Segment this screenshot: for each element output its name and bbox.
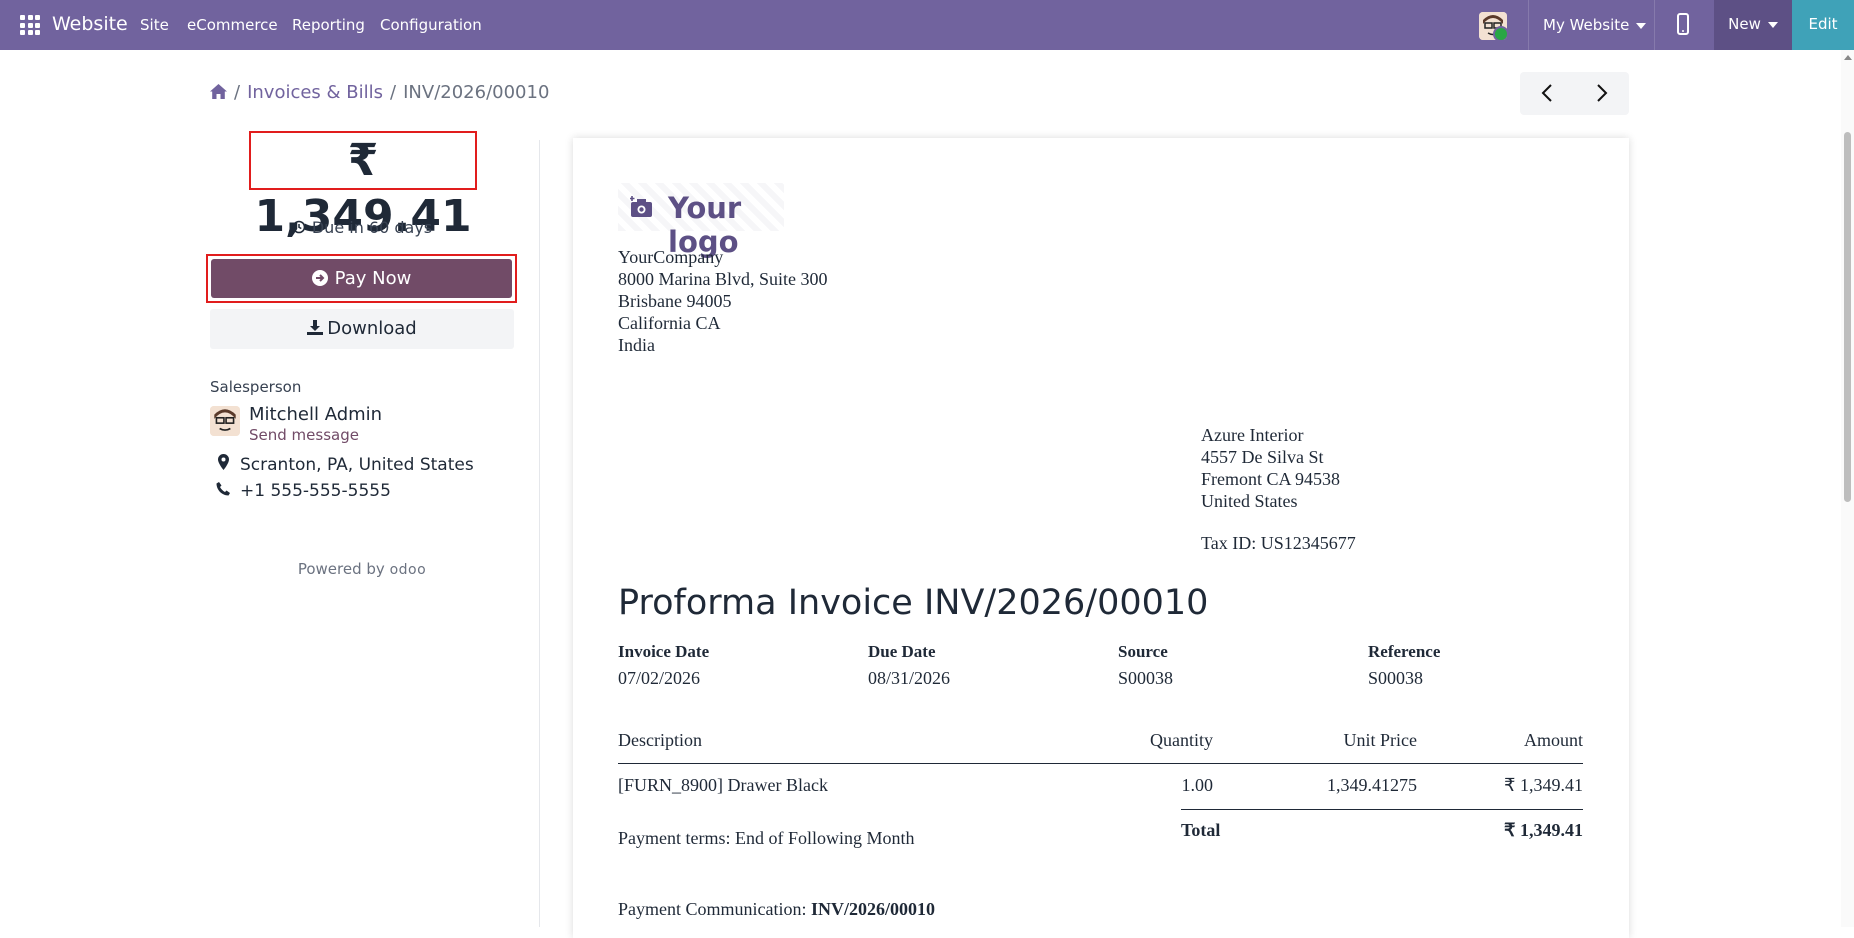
breadcrumb: / Invoices & Bills / INV/2026/00010 xyxy=(210,82,549,103)
home-icon[interactable] xyxy=(210,84,227,99)
invoice-date-label: Invoice Date xyxy=(618,642,710,661)
salesperson-location: Scranton, PA, United States xyxy=(214,454,474,475)
clock-icon xyxy=(292,220,306,234)
due-date-value: 08/31/2026 xyxy=(868,668,951,688)
download-label: Download xyxy=(327,318,417,339)
phone-text: +1 555-555-5555 xyxy=(240,481,391,501)
menu-reporting[interactable]: Reporting xyxy=(292,16,365,34)
company-state: California CA xyxy=(618,313,721,333)
total-rule xyxy=(1181,809,1583,810)
next-record-button[interactable] xyxy=(1575,72,1629,115)
salesperson-name: Mitchell Admin xyxy=(249,404,383,425)
customer-country: United States xyxy=(1201,491,1298,511)
chevron-left-icon xyxy=(1541,84,1552,102)
breadcrumb-invoices-link[interactable]: Invoices & Bills xyxy=(247,82,383,103)
my-website-dropdown[interactable]: My Website xyxy=(1543,16,1647,34)
due-date-label: Due Date xyxy=(868,642,936,661)
new-content-button[interactable]: New xyxy=(1714,0,1792,50)
payment-terms: Payment terms: End of Following Month xyxy=(618,828,915,848)
source-label: Source xyxy=(1118,642,1168,661)
payment-communication-value: INV/2026/00010 xyxy=(810,899,935,919)
menu-site[interactable]: Site xyxy=(140,16,169,34)
divider xyxy=(1528,0,1529,50)
pay-now-button[interactable]: Pay Now xyxy=(211,259,512,298)
breadcrumb-current: INV/2026/00010 xyxy=(403,82,550,103)
map-marker-icon xyxy=(217,454,229,470)
salesperson-phone: +1 555-555-5555 xyxy=(214,481,391,501)
due-text: Due in 60 days xyxy=(311,218,433,237)
record-pager xyxy=(1520,72,1629,115)
column-header-quantity: Quantity xyxy=(1150,730,1213,750)
invoice-date-value: 07/02/2026 xyxy=(618,668,701,688)
salesperson-avatar xyxy=(210,406,240,436)
send-message-link[interactable]: Send message xyxy=(249,426,359,444)
camera-plus-icon xyxy=(630,196,652,217)
top-navbar: Website Site eCommerce Reporting Configu… xyxy=(0,0,1854,50)
download-icon xyxy=(307,320,324,335)
total-label: Total xyxy=(1181,820,1221,840)
salesperson-label: Salesperson xyxy=(210,378,302,396)
edit-button[interactable]: Edit xyxy=(1792,0,1854,50)
divider xyxy=(1654,0,1655,50)
invoice-document: Your logo YourCompany 8000 Marina Blvd, … xyxy=(573,138,1629,938)
phone-icon xyxy=(216,482,230,496)
menu-ecommerce[interactable]: eCommerce xyxy=(187,16,278,34)
mobile-preview-icon[interactable] xyxy=(1677,13,1689,35)
line-unit-price: 1,349.41275 xyxy=(1327,775,1417,795)
company-street: 8000 Marina Blvd, Suite 300 xyxy=(618,269,828,289)
caret-down-icon xyxy=(1636,22,1647,29)
company-logo[interactable]: Your logo xyxy=(618,183,784,259)
line-amount: ₹ 1,349.41 xyxy=(1504,775,1583,795)
new-label: New xyxy=(1728,15,1761,33)
scrollbar-thumb[interactable] xyxy=(1844,132,1851,502)
powered-by-label: Powered by xyxy=(297,560,385,578)
user-avatar[interactable] xyxy=(1479,12,1507,40)
amount-due: ₹ 1,349.41 xyxy=(249,131,477,242)
powered-by: Powered by odoo xyxy=(210,560,514,578)
column-header-description: Description xyxy=(618,730,702,750)
caret-down-icon xyxy=(1767,21,1778,28)
company-country: India xyxy=(618,335,655,355)
column-header-amount: Amount xyxy=(1523,730,1583,750)
table-header-rule xyxy=(618,763,1583,764)
customer-tax-id: Tax ID: US12345677 xyxy=(1201,533,1356,553)
arrow-circle-right-icon xyxy=(311,270,328,286)
scroll-up-icon[interactable] xyxy=(1844,55,1852,60)
customer-city: Fremont CA 94538 xyxy=(1201,469,1341,489)
page-scrollbar[interactable] xyxy=(1841,50,1854,927)
due-status: Due in 60 days xyxy=(210,218,514,237)
app-brand[interactable]: Website xyxy=(52,13,128,35)
sidebar-divider xyxy=(539,140,540,927)
previous-record-button[interactable] xyxy=(1520,72,1574,115)
reference-label: Reference xyxy=(1368,642,1441,661)
customer-street: 4557 De Silva St xyxy=(1201,447,1324,467)
pay-now-highlight: Pay Now xyxy=(206,254,517,303)
total-value: ₹ 1,349.41 xyxy=(1504,820,1583,840)
chevron-right-icon xyxy=(1597,84,1608,102)
customer-address: Azure Interior 4557 De Silva St Fremont … xyxy=(1201,424,1356,554)
invoice-title: Proforma Invoice INV/2026/00010 xyxy=(618,583,1209,623)
company-name: YourCompany xyxy=(618,247,724,267)
my-website-label: My Website xyxy=(1543,16,1630,34)
company-address: YourCompany 8000 Marina Blvd, Suite 300 … xyxy=(618,246,828,356)
customer-name: Azure Interior xyxy=(1201,425,1304,445)
odoo-logo[interactable]: odoo xyxy=(390,562,427,578)
avatar-face-icon xyxy=(210,406,240,436)
menu-configuration[interactable]: Configuration xyxy=(380,16,482,34)
payment-communication-label: Payment Communication: xyxy=(618,899,807,919)
online-status-icon xyxy=(1493,26,1507,40)
apps-menu-icon[interactable] xyxy=(20,15,40,35)
reference-value: S00038 xyxy=(1368,668,1424,688)
payment-communication: Payment Communication: INV/2026/00010 xyxy=(618,899,935,920)
company-city: Brisbane 94005 xyxy=(618,291,732,311)
location-text: Scranton, PA, United States xyxy=(240,455,474,475)
line-description: [FURN_8900] Drawer Black xyxy=(618,775,828,795)
download-button[interactable]: Download xyxy=(210,309,514,349)
source-value: S00038 xyxy=(1118,668,1174,688)
pay-now-label: Pay Now xyxy=(334,268,412,289)
line-quantity: 1.00 xyxy=(1181,775,1214,795)
column-header-unit-price: Unit Price xyxy=(1343,730,1418,750)
